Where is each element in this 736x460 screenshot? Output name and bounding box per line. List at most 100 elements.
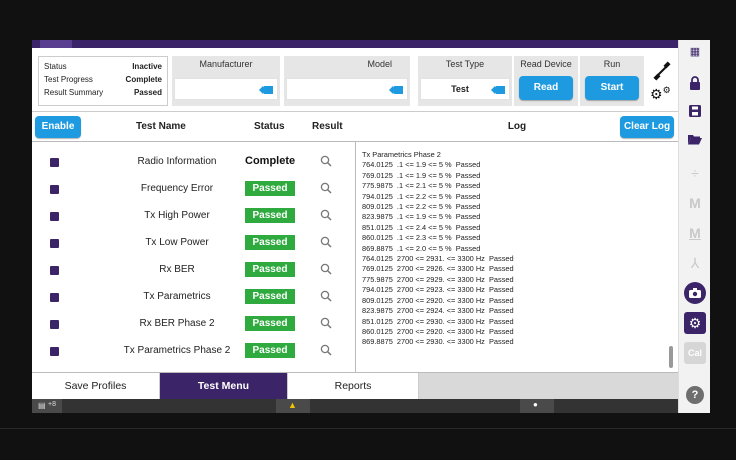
lock-icon[interactable] [684,72,706,94]
progress-value: Complete [125,75,162,84]
test-row[interactable]: Tx Low Power Passed [32,230,356,257]
enable-checkbox[interactable] [50,293,59,302]
run-label: Run [603,59,621,69]
test-name: Tx High Power [144,210,210,221]
connection-icon[interactable] [652,61,672,81]
test-status-badge: Passed [245,289,295,304]
test-row[interactable]: Tx Parametrics Passed [32,284,356,311]
manufacturer-select[interactable] [174,78,278,100]
test-type-value: Test [451,84,469,94]
tab-reports[interactable]: Reports [288,373,419,400]
test-row[interactable]: Rx BER Passed [32,257,356,284]
cal-button[interactable]: Cal [684,342,706,364]
search-icon[interactable] [320,182,332,194]
tag-icon [491,86,505,94]
model-field[interactable]: Model [284,56,410,106]
search-icon[interactable] [320,290,332,302]
bezel-divider [0,428,736,429]
divide-icon: ÷ [691,165,699,181]
test-type-label: Test Type [445,59,485,69]
save-disk-icon[interactable] [684,100,706,122]
test-type-select[interactable]: Test [420,78,510,100]
test-status-badge: Passed [245,262,295,277]
log-line: 869.8875 2700 <= 2930. <= 3300 Hz Passed [362,337,514,347]
test-name: Rx BER Phase 2 [139,318,215,329]
result-summary-value: Passed [133,88,162,97]
enable-button[interactable]: Enable [35,116,81,138]
search-icon[interactable] [320,344,332,356]
test-row[interactable]: Radio Information Complete [32,149,356,176]
apps-grid-icon[interactable]: ▦ [684,40,706,62]
log-line: 809.0125 .1 <= 2.2 <= 5 % Passed [362,202,481,212]
log-line: 851.0125 2700 <= 2930. <= 3300 Hz Passed [362,316,514,326]
location-icon[interactable]: ● [533,400,538,409]
log-line: 769.0125 .1 <= 1.9 <= 5 % Passed [362,170,481,180]
statusbar-left-seg [32,399,62,413]
notification-icon[interactable]: ▤ [38,401,46,410]
enable-checkbox[interactable] [50,158,59,167]
marker-m-icon: M [689,195,701,211]
top-strip [32,40,678,48]
settings-gear-icon[interactable]: ⚙ [684,312,706,334]
col-status: Status [254,121,285,132]
settings-gears-icon[interactable]: ⚙⚙ [650,85,674,106]
test-row[interactable]: Tx Parametrics Phase 2 Passed [32,338,356,365]
log-line: 764.0125 .1 <= 1.9 <= 5 % Passed [362,160,481,170]
search-icon[interactable] [320,236,332,248]
notification-count: +8 [48,401,56,408]
log-line: 794.0125 2700 <= 2923. <= 3300 Hz Passed [362,285,514,295]
test-name: Tx Low Power [145,237,209,248]
tab-test-menu[interactable]: Test Menu [160,373,288,400]
right-sidebar: ▦ ÷ M M ⅄ ⚙ Cal ? [678,40,710,413]
camera-icon[interactable] [684,282,706,304]
status-label: Status [44,62,67,71]
run-field: Run Start [580,56,644,106]
enable-checkbox[interactable] [50,347,59,356]
status-bar: ▤ +8 ▲ ● [32,399,678,413]
warning-icon[interactable]: ▲ [288,400,297,410]
test-row[interactable]: Rx BER Phase 2 Passed [32,311,356,338]
test-row[interactable]: Frequency Error Passed [32,176,356,203]
search-icon[interactable] [320,263,332,275]
col-result: Result [312,121,343,132]
enable-checkbox[interactable] [50,239,59,248]
log-line: 823.9875 2700 <= 2924. <= 3300 Hz Passed [362,306,514,316]
test-name: Tx Parametrics [143,291,211,302]
test-name: Tx Parametrics Phase 2 [123,345,231,356]
read-button[interactable]: Read [519,76,573,100]
log-line: 775.9875 .1 <= 2.1 <= 5 % Passed [362,181,481,191]
tab-save-profiles[interactable]: Save Profiles [32,373,160,400]
marker-m2-icon: M [689,225,701,241]
status-value: Inactive [132,62,162,71]
log-line: 860.0125 .1 <= 2.3 <= 5 % Passed [362,233,481,243]
test-type-field[interactable]: Test Type Test [418,56,512,106]
search-icon[interactable] [320,317,332,329]
enable-checkbox[interactable] [50,212,59,221]
model-select[interactable] [286,78,408,100]
search-icon[interactable] [320,209,332,221]
peak-icon: ⅄ [690,254,700,271]
result-summary-row: Result Summary Passed [44,86,162,99]
enable-checkbox[interactable] [50,185,59,194]
col-test-name: Test Name [136,121,186,132]
log-line: 764.0125 2700 <= 2931. <= 3300 Hz Passed [362,254,514,264]
log-line: 809.0125 2700 <= 2920. <= 3300 Hz Passed [362,295,514,305]
log-scrollbar[interactable] [669,346,673,368]
open-folder-icon[interactable] [684,128,706,150]
model-label: Model [367,59,392,69]
manufacturer-field[interactable]: Manufacturer [172,56,280,106]
test-name: Radio Information [137,156,217,167]
log-line: 775.9875 2700 <= 2929. <= 3300 Hz Passed [362,274,514,284]
test-row[interactable]: Tx High Power Passed [32,203,356,230]
top-strip-nub [40,40,72,48]
app-screen: Status Inactive Test Progress Complete Res… [32,40,710,413]
help-icon[interactable]: ? [686,386,704,404]
test-status-badge: Passed [245,343,295,358]
log-line: 769.0125 2700 <= 2926. <= 3300 Hz Passed [362,264,514,274]
start-button[interactable]: Start [585,76,639,100]
enable-checkbox[interactable] [50,320,59,329]
tag-icon [259,86,273,94]
search-icon[interactable] [320,155,332,167]
clear-log-button[interactable]: Clear Log [620,116,674,138]
enable-checkbox[interactable] [50,266,59,275]
